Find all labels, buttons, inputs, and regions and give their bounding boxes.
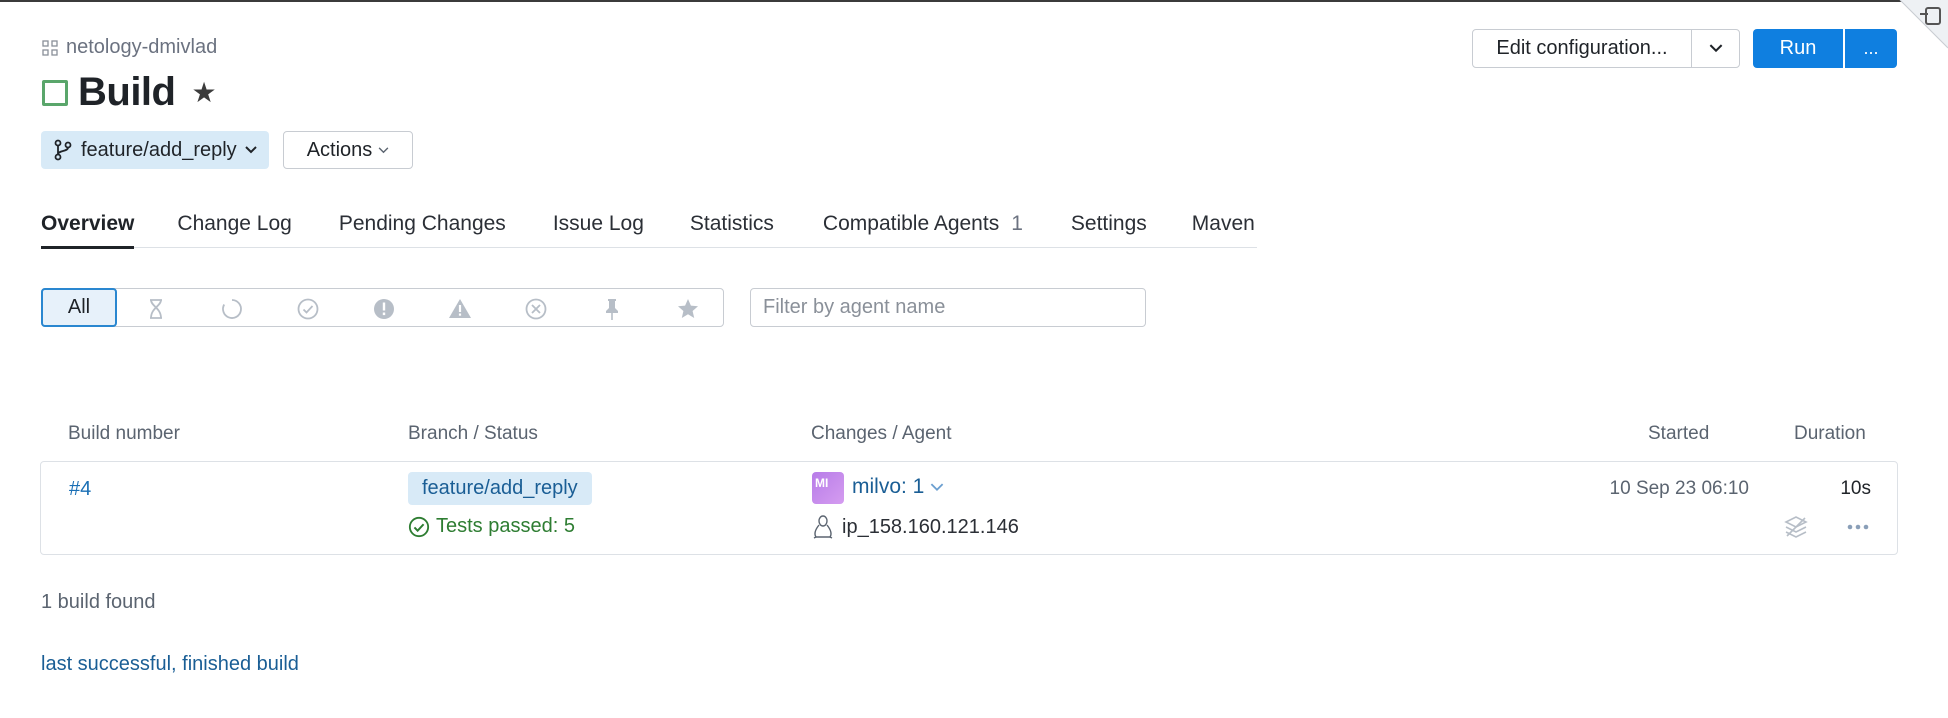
run-button[interactable]: Run	[1753, 29, 1843, 68]
build-number-link[interactable]: #4	[69, 478, 91, 501]
changes-link[interactable]: milvo: 1	[852, 475, 944, 499]
edit-configuration-button[interactable]: Edit configuration...	[1472, 29, 1692, 68]
column-header-started: Started	[1648, 423, 1710, 444]
tab-settings[interactable]: Settings	[1071, 208, 1147, 248]
filter-all-button[interactable]: All	[41, 288, 117, 327]
changes-text: milvo: 1	[852, 475, 925, 498]
column-header-duration: Duration	[1794, 423, 1866, 444]
compatible-agents-count: 1	[1011, 212, 1023, 235]
agent-filter-input[interactable]	[750, 288, 1146, 327]
linux-icon	[813, 515, 833, 539]
column-header-build-number: Build number	[68, 423, 180, 444]
pin-icon[interactable]	[600, 297, 624, 321]
branch-selector-button[interactable]: feature/add_reply	[41, 131, 269, 169]
branch-label: feature/add_reply	[81, 138, 237, 161]
build-state-filter: All	[41, 288, 724, 327]
column-header-branch-status: Branch / Status	[408, 423, 538, 444]
actions-button[interactable]: Actions	[283, 131, 413, 169]
success-check-icon	[408, 516, 430, 537]
window-top-border	[0, 0, 1948, 2]
build-status-icon	[42, 79, 68, 106]
project-name[interactable]: netology-dmivlad	[66, 36, 217, 59]
success-icon[interactable]	[296, 297, 320, 321]
tab-statistics[interactable]: Statistics	[690, 208, 774, 248]
build-log-icon[interactable]	[1783, 514, 1809, 540]
chevron-down-icon	[931, 482, 944, 491]
tab-bar: Overview Change Log Pending Changes Issu…	[41, 208, 1257, 249]
branch-tag[interactable]: feature/add_reply	[408, 472, 592, 505]
favorite-star-icon[interactable]: ★	[191, 76, 216, 109]
last-successful-build-link[interactable]: last successful, finished build	[41, 653, 299, 676]
edit-configuration-dropdown[interactable]	[1691, 29, 1740, 68]
chevron-down-icon	[1709, 44, 1722, 53]
star-icon[interactable]	[676, 297, 700, 321]
page-title: Build	[78, 70, 176, 114]
tab-change-log[interactable]: Change Log	[177, 208, 291, 248]
agent-link[interactable]: ip_158.160.121.146	[812, 515, 1019, 539]
tab-compatible-agents[interactable]: Compatible Agents 1	[823, 208, 1023, 248]
column-header-changes-agent: Changes / Agent	[811, 423, 952, 444]
started-time: 10 Sep 23 06:10	[1609, 478, 1749, 499]
page-title-row: Build ★	[42, 70, 217, 115]
chevron-down-icon	[378, 146, 389, 153]
builds-found-count: 1 build found	[41, 591, 156, 613]
build-status[interactable]: Tests passed: 5	[408, 515, 575, 538]
branch-icon	[54, 139, 72, 161]
duration-value: 10s	[1840, 478, 1871, 499]
tab-compatible-agents-label: Compatible Agents	[822, 212, 1000, 235]
running-icon[interactable]	[220, 297, 244, 321]
tab-issue-log[interactable]: Issue Log	[553, 208, 644, 248]
table-row[interactable]: #4 feature/add_reply Tests passed: 5 MI …	[40, 461, 1898, 555]
error-icon[interactable]	[372, 297, 396, 321]
tab-overview[interactable]: Overview	[41, 208, 135, 249]
breadcrumb-project[interactable]: netology-dmivlad	[42, 36, 217, 59]
warning-icon[interactable]	[448, 297, 472, 321]
status-text: Tests passed: 5	[436, 515, 575, 537]
tab-pending-changes[interactable]: Pending Changes	[339, 208, 506, 248]
chevron-down-icon	[244, 146, 257, 154]
avatar: MI	[812, 472, 844, 504]
cancelled-icon[interactable]	[524, 297, 548, 321]
run-more-button[interactable]: ...	[1845, 29, 1897, 68]
project-grid-icon	[42, 39, 58, 56]
tab-maven[interactable]: Maven	[1192, 208, 1255, 248]
agent-name: ip_158.160.121.146	[842, 515, 1019, 538]
hourglass-icon[interactable]	[144, 297, 168, 321]
more-options-icon[interactable]	[1845, 517, 1871, 537]
actions-label: Actions	[306, 138, 373, 161]
